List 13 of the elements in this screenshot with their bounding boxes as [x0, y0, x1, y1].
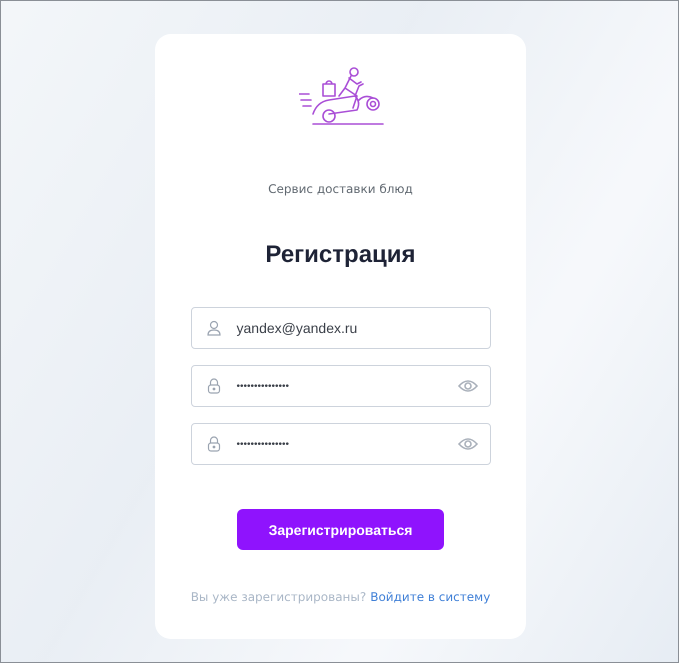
tagline: Сервис доставки блюд	[268, 182, 413, 196]
lock-icon	[206, 436, 220, 452]
register-button[interactable]: Зарегистрироваться	[237, 509, 444, 550]
password-field[interactable]: •••••••••••••••	[190, 423, 490, 465]
page-title: Регистрация	[265, 241, 416, 269]
user-icon	[206, 320, 220, 336]
lock-icon	[206, 378, 220, 394]
eye-icon[interactable]	[458, 437, 478, 451]
eye-icon[interactable]	[458, 379, 478, 393]
login-prompt: Вы уже зарегистрированы?	[190, 590, 366, 604]
password-field[interactable]: •••••••••••••••	[190, 365, 490, 407]
login-link[interactable]: Войдите в систему	[370, 590, 490, 604]
email-field[interactable]: yandex@yandex.ru	[190, 307, 490, 349]
